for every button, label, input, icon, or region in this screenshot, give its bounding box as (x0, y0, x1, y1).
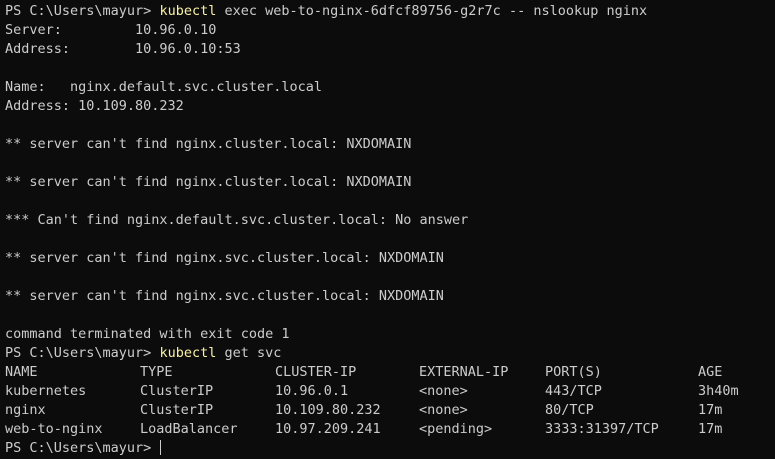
table-row: nginx ClusterIP 10.109.80.232 <none> 80/… (5, 401, 775, 420)
prompt-line-2: PS C:\Users\mayur> kubectl get svc (5, 344, 775, 363)
prompt: PS C:\Users\mayur> (5, 3, 160, 19)
table-row: kubernetes ClusterIP 10.96.0.1 <none> 44… (5, 382, 775, 401)
cell-external-ip: <pending> (419, 421, 493, 437)
output-line: ** server can't find nginx.cluster.local… (5, 174, 412, 190)
output-line: Address: 10.109.80.232 (5, 98, 184, 114)
output-line: ** server can't find nginx.cluster.local… (5, 136, 412, 152)
cell-age: 17m (698, 402, 723, 418)
output-line: Name: nginx.default.svc.cluster.local (5, 79, 322, 95)
cell-cluster-ip: 10.109.80.232 (275, 402, 381, 418)
svc-table: NAME TYPE CLUSTER-IP EXTERNAL-IP PORT(S)… (5, 363, 775, 439)
prompt: PS C:\Users\mayur> (5, 345, 160, 361)
cell-external-ip: <none> (419, 383, 468, 399)
command-args: exec web-to-nginx-6dfcf89756-g2r7c -- ns… (216, 3, 648, 19)
svc-table-header: NAME TYPE CLUSTER-IP EXTERNAL-IP PORT(S)… (5, 363, 775, 382)
cell-cluster-ip: 10.97.209.241 (275, 421, 381, 437)
cell-ports: 80/TCP (545, 402, 594, 418)
output-line: Server: 10.96.0.10 (5, 22, 217, 38)
cell-external-ip: <none> (419, 402, 468, 418)
command-args: get svc (216, 345, 282, 361)
output-line: ** server can't find nginx.svc.cluster.l… (5, 288, 444, 304)
prompt-line-3[interactable]: PS C:\Users\mayur> (5, 439, 775, 458)
cell-type: ClusterIP (140, 402, 214, 418)
header-age: AGE (698, 364, 723, 380)
text-cursor (160, 440, 162, 455)
header-type: TYPE (140, 364, 173, 380)
header-ports: PORT(S) (545, 364, 602, 380)
cell-cluster-ip: 10.96.0.1 (275, 383, 349, 399)
output-line: *** Can't find nginx.default.svc.cluster… (5, 212, 469, 228)
cell-name: kubernetes (5, 383, 87, 399)
table-row: web-to-nginx LoadBalancer 10.97.209.241 … (5, 420, 775, 439)
cell-name: web-to-nginx (5, 421, 103, 437)
command-tool: kubectl (159, 345, 217, 361)
header-external-ip: EXTERNAL-IP (419, 364, 509, 380)
command-tool: kubectl (159, 3, 217, 19)
header-name: NAME (5, 364, 38, 380)
terminal-window[interactable]: PS C:\Users\mayur> kubectl exec web-to-n… (0, 0, 775, 459)
cell-type: ClusterIP (140, 383, 214, 399)
cell-type: LoadBalancer (140, 421, 238, 437)
header-cluster-ip: CLUSTER-IP (275, 364, 357, 380)
cell-age: 3h40m (698, 383, 739, 399)
output-line: ** server can't find nginx.svc.cluster.l… (5, 250, 444, 266)
output-line: Address: 10.96.0.10:53 (5, 41, 241, 57)
cell-age: 17m (698, 421, 723, 437)
cell-ports: 3333:31397/TCP (545, 421, 659, 437)
exit-code-line: command terminated with exit code 1 (5, 326, 290, 342)
cell-name: nginx (5, 402, 46, 418)
cell-ports: 443/TCP (545, 383, 602, 399)
prompt-line-1: PS C:\Users\mayur> kubectl exec web-to-n… (5, 2, 775, 21)
